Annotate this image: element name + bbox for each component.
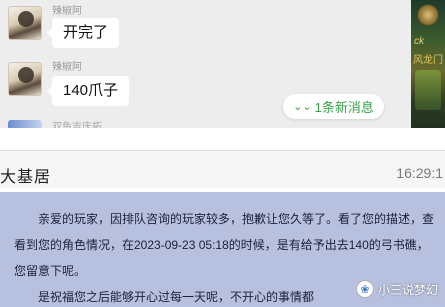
ticket-time: 16:29:1	[396, 165, 443, 181]
sender-name: 辣椒阿	[52, 62, 82, 73]
watermark-text: 小三说梦幻	[378, 282, 439, 297]
double-chevron-down-icon: ⌄⌄	[293, 101, 312, 113]
new-message-button[interactable]: ⌄⌄ 1条新消息	[283, 94, 384, 119]
new-message-label: 1条新消息	[314, 100, 374, 115]
ticket-header: 大基居 16:29:1	[0, 150, 445, 188]
wechat-channel-icon: ❀	[356, 280, 374, 298]
reply-paragraph: 亲爱的玩家，因排队咨询的玩家较多，抱歉让您久等了。看了您的描述，查看到您的角色情…	[14, 212, 435, 278]
sender-avatar[interactable]	[8, 6, 42, 40]
ticket-title: 大基居	[0, 169, 52, 186]
game-image-text: ck	[414, 36, 424, 47]
sender-avatar[interactable]	[8, 62, 42, 96]
watermark: ❀ 小三说梦幻	[356, 278, 438, 300]
character-decoration	[415, 70, 441, 110]
chat-window: 辣椒阿 开完了 辣椒阿 140爪子 双鱼吉庆拓 ⌄⌄ 1条新消息	[0, 0, 411, 128]
game-image-text: 风龙门	[413, 55, 443, 66]
partial-avatar	[8, 120, 42, 128]
partial-sender-name: 双鱼吉庆拓	[52, 122, 102, 128]
message-bubble[interactable]: 140爪子	[46, 76, 130, 106]
sender-name: 辣椒阿	[52, 6, 82, 17]
emblem-decoration	[417, 4, 439, 26]
message-bubble[interactable]: 开完了	[46, 18, 120, 48]
game-image: ck 风龙门	[411, 0, 445, 128]
divider	[0, 128, 445, 150]
